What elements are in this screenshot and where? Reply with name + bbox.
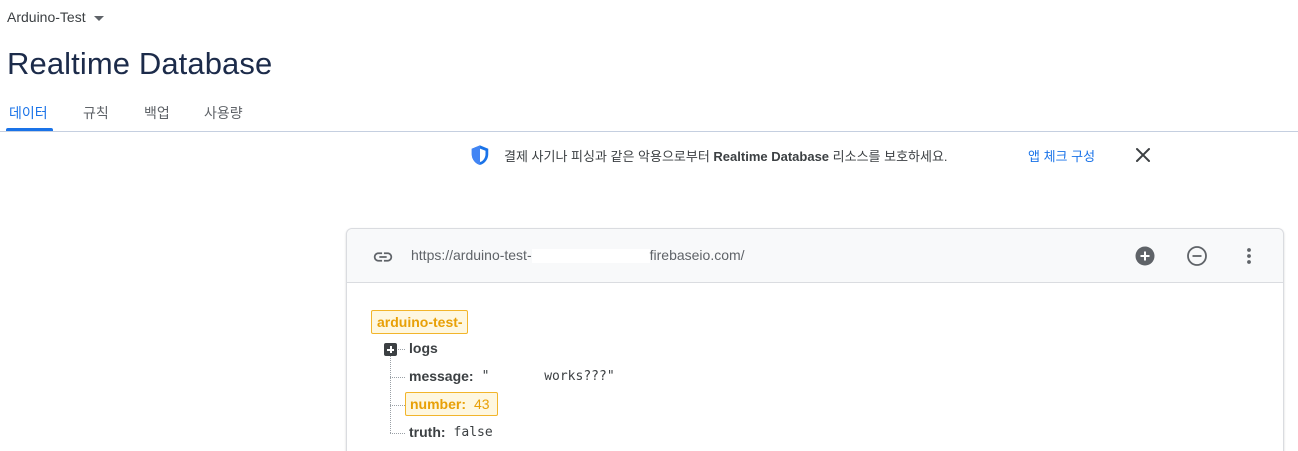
redacted-url-segment: [531, 249, 650, 264]
tab-usage[interactable]: 사용량: [204, 103, 243, 123]
node-value: " works???": [481, 368, 615, 384]
expand-plus-icon[interactable]: [384, 343, 397, 356]
database-url-suffix: firebaseio.com/: [649, 247, 745, 263]
tab-rules[interactable]: 규칙: [83, 103, 109, 123]
node-value: false: [453, 424, 493, 440]
configure-app-check-link[interactable]: 앱 체크 구성: [1028, 146, 1095, 165]
tree-node-logs[interactable]: logs: [409, 340, 438, 356]
link-icon[interactable]: [372, 246, 394, 268]
node-key: truth:: [409, 424, 446, 440]
app-check-banner: 결제 사기나 피싱과 같은 악용으로부터 Realtime Database 리…: [469, 144, 1150, 166]
database-url[interactable]: https://arduino-test-firebaseio.com/: [411, 247, 745, 264]
banner-text-product: Realtime Database: [713, 148, 830, 164]
database-toolbar: https://arduino-test-firebaseio.com/: [347, 229, 1283, 283]
shield-icon: [471, 145, 489, 165]
page-title: Realtime Database: [7, 46, 273, 81]
tab-data[interactable]: 데이터: [9, 103, 48, 123]
tab-backups[interactable]: 백업: [144, 103, 170, 123]
banner-text-start: 결제 사기나 피싱과 같은 악용으로부터: [504, 148, 714, 164]
database-url-prefix: https://arduino-test-: [411, 247, 532, 263]
close-icon[interactable]: [1133, 145, 1153, 165]
database-viewer: https://arduino-test-firebaseio.com/ ard…: [346, 228, 1284, 451]
tree-connector: [390, 345, 391, 433]
tree-connector: [390, 377, 405, 378]
project-selector[interactable]: Arduino-Test: [7, 9, 104, 25]
node-key: logs: [409, 340, 438, 356]
chevron-down-icon: [93, 15, 104, 21]
node-key: number:: [410, 396, 466, 412]
tree-node-truth[interactable]: truth: false: [409, 424, 493, 440]
banner-message: 결제 사기나 피싱과 같은 악용으로부터 Realtime Database 리…: [504, 146, 948, 165]
node-value: 43: [474, 396, 490, 412]
root-node[interactable]: arduino-test-: [371, 310, 468, 334]
more-vert-icon[interactable]: [1237, 244, 1261, 268]
tree-node-message[interactable]: message: " works???": [409, 368, 615, 384]
add-circle-icon[interactable]: [1133, 244, 1157, 268]
node-key: message:: [409, 368, 474, 384]
tab-bar: 데이터 규칙 백업 사용량: [0, 96, 1298, 132]
project-name: Arduino-Test: [7, 9, 86, 25]
active-tab-indicator: [6, 128, 53, 131]
tree-connector: [390, 405, 405, 406]
remove-circle-icon[interactable]: [1185, 244, 1209, 268]
tree-connector: [390, 433, 405, 434]
tree-node-number[interactable]: number: 43: [405, 392, 498, 416]
banner-text-end: 리소스를 보호하세요.: [829, 148, 948, 164]
